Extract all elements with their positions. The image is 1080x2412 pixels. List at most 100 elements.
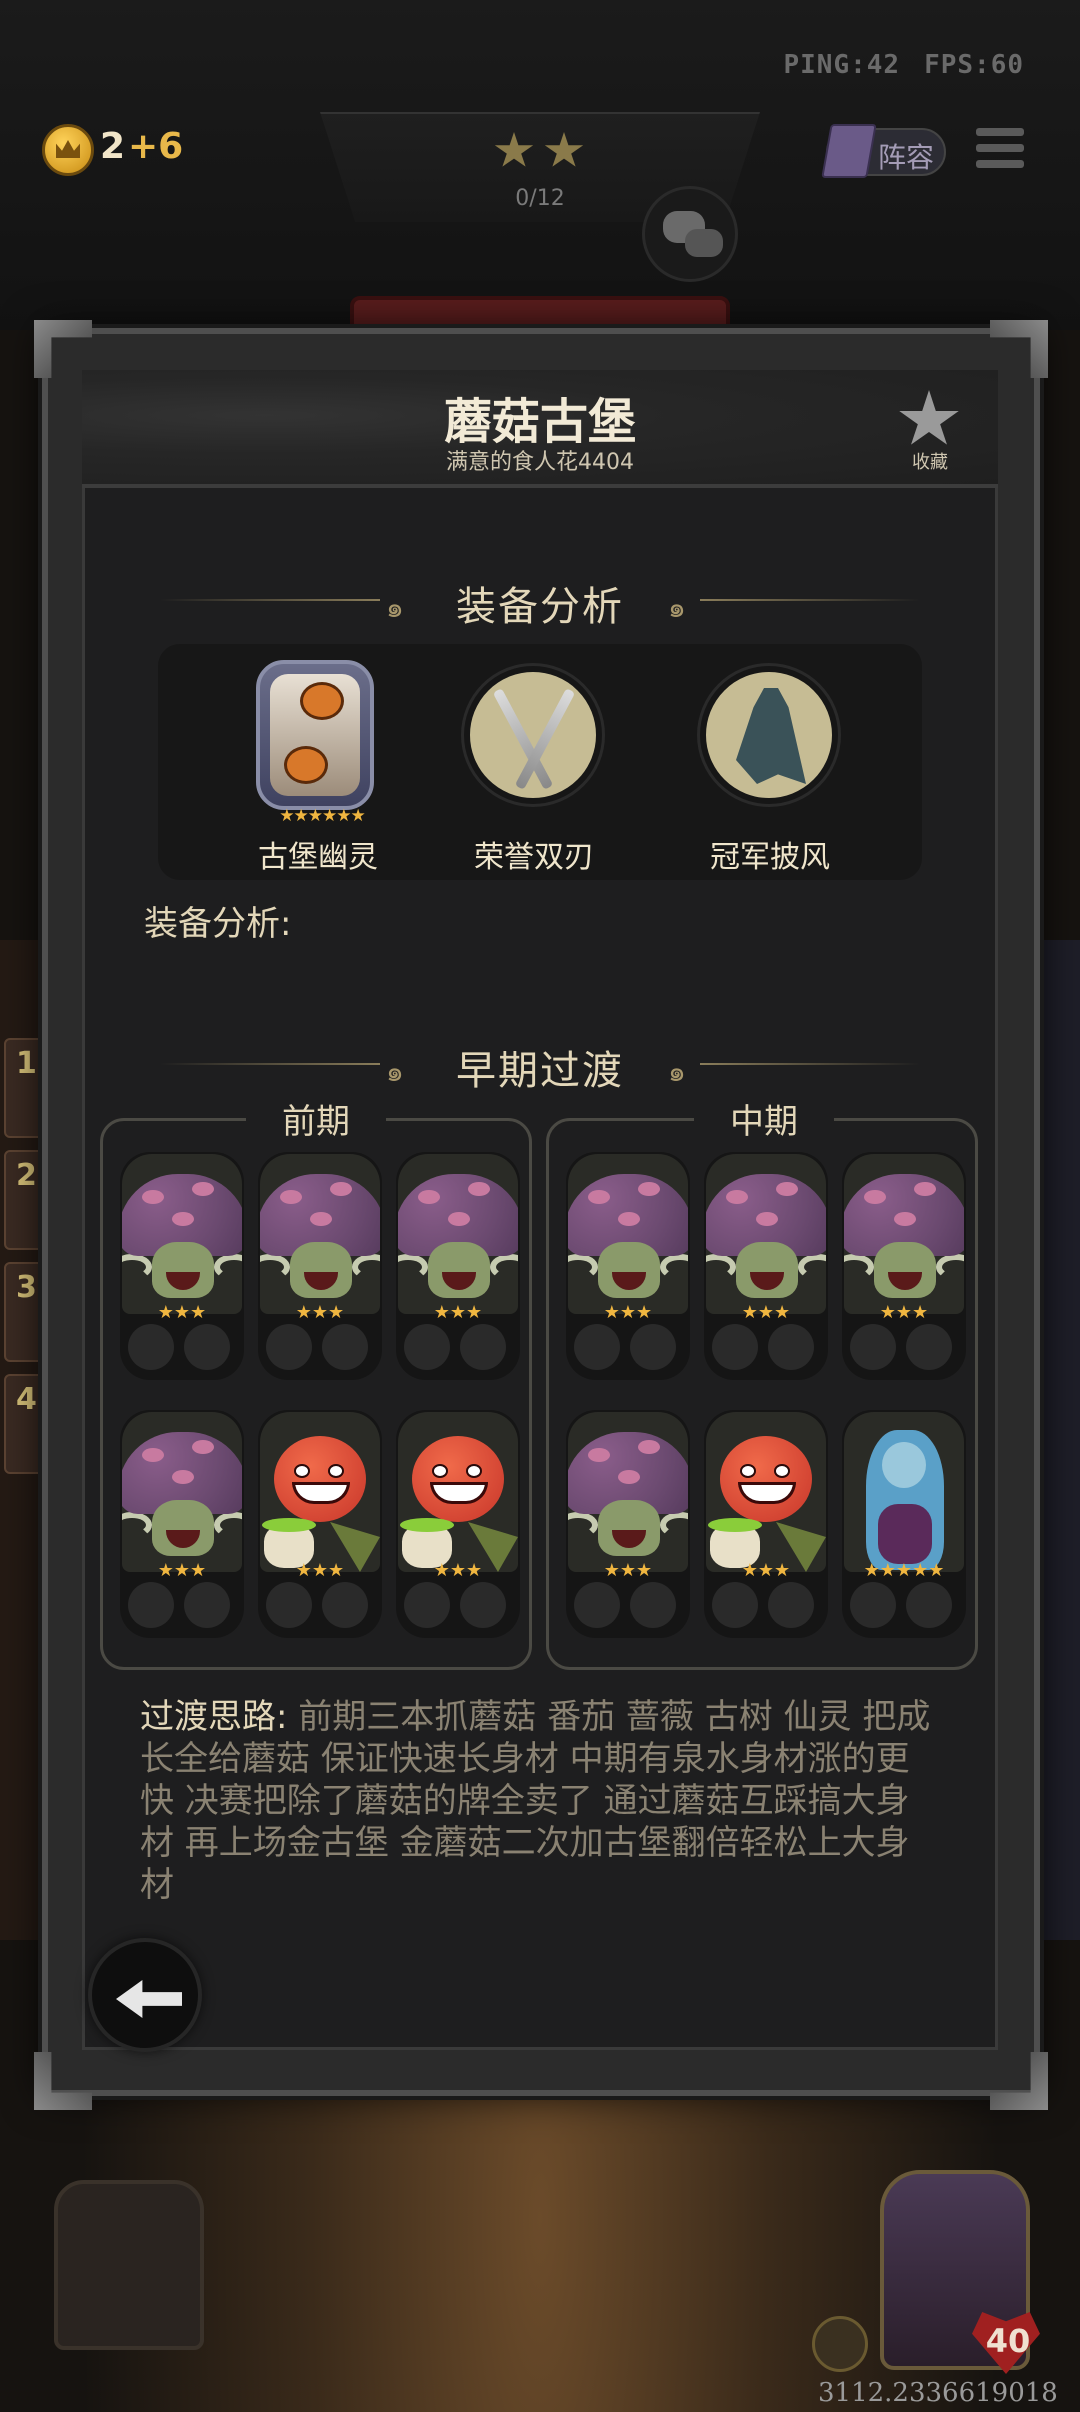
item-slot[interactable]: [266, 1324, 312, 1370]
item-slot[interactable]: [574, 1582, 620, 1628]
unit-card-mushroom[interactable]: ★★★: [566, 1152, 690, 1380]
mushroom-portrait: [260, 1154, 380, 1314]
unit-card-imp[interactable]: ★★★: [704, 1410, 828, 1638]
item-slot[interactable]: [906, 1582, 952, 1628]
unit-card-siren[interactable]: ★★★★★: [842, 1410, 966, 1638]
swirl-icon: ๑: [668, 591, 686, 624]
item-slot[interactable]: [850, 1324, 896, 1370]
right-bench-strip: [1040, 940, 1080, 1940]
chat-bubble-icon: [685, 229, 723, 257]
item-slot[interactable]: [404, 1582, 450, 1628]
equip-name: 古堡幽灵: [258, 840, 378, 875]
item-slot[interactable]: [768, 1324, 814, 1370]
item-slot[interactable]: [184, 1324, 230, 1370]
unit-card-mushroom[interactable]: ★★★: [396, 1152, 520, 1380]
section-title: 早期过渡: [456, 1048, 624, 1094]
castle-ghost-icon: [256, 660, 374, 810]
unit-stars: ★★★: [295, 1302, 345, 1323]
unit-card-mushroom[interactable]: ★★★: [566, 1410, 690, 1638]
item-slot[interactable]: [184, 1582, 230, 1628]
item-slot[interactable]: [906, 1324, 952, 1370]
shop-pedestal[interactable]: [54, 2180, 204, 2350]
gold-gain: +6: [128, 126, 184, 167]
item-slot[interactable]: [630, 1582, 676, 1628]
mushroom-portrait: [706, 1154, 826, 1314]
imp-portrait: [260, 1412, 380, 1572]
unit-stars: ★★★: [433, 1302, 483, 1323]
side-card[interactable]: 2: [4, 1150, 44, 1250]
item-slot[interactable]: [460, 1324, 506, 1370]
lineup-author: 满意的食人花4404: [446, 450, 634, 475]
player-health: 40: [985, 2322, 1031, 2360]
unit-stars: ★★★: [741, 1560, 791, 1581]
item-slot[interactable]: [460, 1582, 506, 1628]
unit-stars: ★★★: [741, 1302, 791, 1323]
item-slot[interactable]: [266, 1582, 312, 1628]
favorite-label[interactable]: 收藏: [900, 448, 960, 474]
equip-item-twin-blades[interactable]: 荣誉双刃: [444, 664, 604, 875]
side-card-number: 3: [16, 1270, 37, 1305]
item-slot[interactable]: [630, 1324, 676, 1370]
side-card-number: 4: [16, 1382, 37, 1417]
unit-stars: ★★★: [433, 1560, 483, 1581]
back-arrow-icon: [116, 1980, 182, 2018]
book-icon: [821, 124, 877, 178]
unit-card-mushroom[interactable]: ★★★: [842, 1152, 966, 1380]
lineup-label: 阵容: [878, 141, 935, 174]
champion-cloak-icon: [700, 666, 838, 804]
unit-card-mushroom[interactable]: ★★★: [704, 1152, 828, 1380]
transition-description: 过渡思路: 前期三本抓蘑菇 番茄 蔷薇 古树 仙灵 把成长全给蘑菇 保证快速长身…: [140, 1696, 940, 1906]
network-stats: PING:42 FPS:60: [784, 50, 1025, 80]
fps-readout: FPS:60: [924, 50, 1024, 80]
chat-button[interactable]: [642, 186, 738, 282]
imp-portrait: [398, 1412, 518, 1572]
side-card[interactable]: 1: [4, 1038, 44, 1138]
side-card-number: 2: [16, 1158, 37, 1193]
side-card[interactable]: 3: [4, 1262, 44, 1362]
item-slot[interactable]: [712, 1582, 758, 1628]
mushroom-portrait: [122, 1154, 242, 1314]
coordinate-readout: 3112.2336619018: [818, 2378, 1058, 2408]
equip-stars: ★★★★★★: [279, 806, 365, 826]
unit-stars: ★★★: [157, 1560, 207, 1581]
equip-item-champion-cloak[interactable]: 冠军披风: [680, 664, 840, 875]
unit-card-imp[interactable]: ★★★: [396, 1410, 520, 1638]
early-stage-label: 前期: [246, 1094, 386, 1143]
siren-portrait: [844, 1412, 964, 1572]
equipment-analysis-label: 装备分析:: [144, 904, 292, 944]
imp-portrait: [706, 1412, 826, 1572]
menu-icon[interactable]: [976, 128, 1024, 176]
item-slot[interactable]: [768, 1582, 814, 1628]
item-slot[interactable]: [404, 1324, 450, 1370]
mushroom-portrait: [398, 1154, 518, 1314]
unit-card-mushroom[interactable]: ★★★: [120, 1152, 244, 1380]
mid-stage-label: 中期: [694, 1094, 834, 1143]
unit-card-mushroom[interactable]: ★★★: [120, 1410, 244, 1638]
mushroom-portrait: [122, 1412, 242, 1572]
unit-stars: ★★★: [295, 1560, 345, 1581]
item-slot[interactable]: [850, 1582, 896, 1628]
unit-stars: ★★★: [157, 1302, 207, 1323]
item-slot[interactable]: [322, 1582, 368, 1628]
item-slot[interactable]: [712, 1324, 758, 1370]
section-title: 装备分析: [456, 584, 624, 630]
trophy-icon[interactable]: [812, 2316, 868, 2372]
gold-count: 2: [100, 126, 126, 167]
back-button[interactable]: [88, 1938, 202, 2052]
ping-readout: PING:42: [783, 50, 901, 80]
equip-item-castle-ghost[interactable]: ★★★★★★ 古堡幽灵: [228, 660, 388, 875]
item-slot[interactable]: [574, 1324, 620, 1370]
lineup-button[interactable]: 阵容: [821, 124, 946, 178]
unit-stars: ★★★: [603, 1302, 653, 1323]
item-slot[interactable]: [128, 1324, 174, 1370]
progress-count: 0/12: [515, 186, 565, 211]
swirl-icon: ๑: [668, 1055, 686, 1088]
item-slot[interactable]: [128, 1582, 174, 1628]
side-card[interactable]: 4: [4, 1374, 44, 1474]
description-heading: 过渡思路:: [140, 1697, 288, 1737]
unit-card-imp[interactable]: ★★★: [258, 1410, 382, 1638]
unit-card-mushroom[interactable]: ★★★: [258, 1152, 382, 1380]
mushroom-portrait: [568, 1154, 688, 1314]
mushroom-portrait: [844, 1154, 964, 1314]
item-slot[interactable]: [322, 1324, 368, 1370]
